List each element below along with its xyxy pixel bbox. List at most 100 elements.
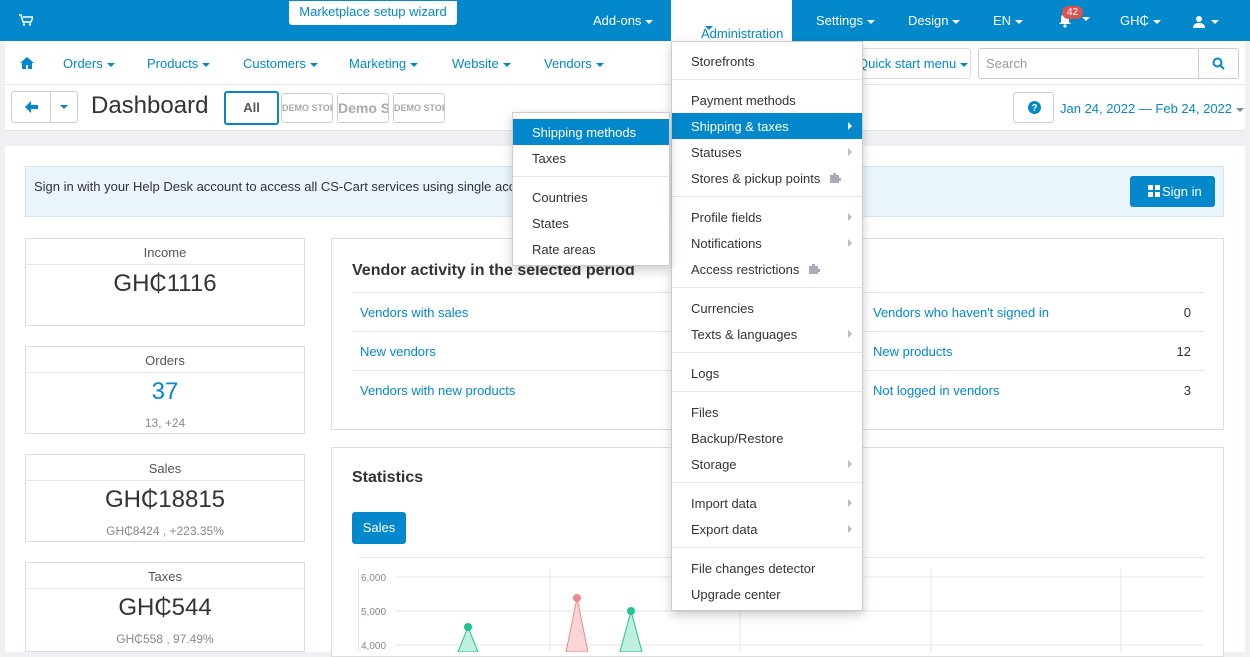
svg-text:?: ? bbox=[1031, 103, 1037, 114]
menu-item-export-data[interactable]: Export data bbox=[672, 516, 862, 542]
chevron-right-icon bbox=[848, 122, 852, 130]
chevron-down-icon bbox=[502, 62, 511, 67]
user-menu[interactable] bbox=[1193, 13, 1219, 29]
sales-value: GH₵18815 bbox=[104, 486, 226, 513]
administration-label: Administration bbox=[701, 26, 784, 41]
menu-item-label: Statuses bbox=[691, 145, 742, 160]
menu-item-label: Shipping & taxes bbox=[691, 119, 789, 134]
customers-label: Customers bbox=[243, 56, 306, 71]
chevron-down-icon bbox=[595, 62, 604, 67]
menu-item-storage[interactable]: Storage bbox=[672, 451, 862, 477]
menu-item-backup-restore[interactable]: Backup/Restore bbox=[672, 425, 862, 451]
vendor-activity-link[interactable]: Vendors with sales bbox=[360, 305, 468, 320]
sign-in-button[interactable]: Sign in bbox=[1130, 176, 1215, 207]
store-logo-1[interactable]: DEMO STORE bbox=[281, 93, 333, 123]
subnav-vendors[interactable]: Vendors bbox=[544, 56, 604, 71]
topnav-language[interactable]: EN bbox=[993, 13, 1024, 28]
sales-label: Sales bbox=[148, 461, 182, 476]
marketplace-wizard-button[interactable]: Marketplace setup wizard bbox=[289, 1, 457, 25]
menu-item-notifications[interactable]: Notifications bbox=[672, 230, 862, 256]
menu-item-statuses[interactable]: Statuses bbox=[672, 139, 862, 165]
menu-item-payment-methods[interactable]: Payment methods bbox=[672, 87, 862, 113]
search-icon bbox=[1212, 57, 1225, 70]
vendors-label: Vendors bbox=[544, 56, 592, 71]
menu-item-file-changes[interactable]: File changes detector bbox=[672, 555, 862, 581]
orders-value[interactable]: 37 bbox=[26, 378, 304, 406]
subnav-products[interactable]: Products bbox=[147, 56, 211, 71]
search-input[interactable]: Search bbox=[978, 48, 1199, 79]
menu-item-taxes[interactable]: Taxes bbox=[513, 145, 669, 171]
taxes-label: Taxes bbox=[148, 569, 182, 584]
date-range-picker[interactable]: Jan 24, 2022 — Feb 24, 2022 bbox=[1060, 101, 1245, 116]
menu-item-shipping-taxes[interactable]: Shipping & taxes bbox=[672, 113, 862, 139]
quick-start-menu[interactable]: Quick start menu bbox=[851, 48, 971, 79]
vendor-activity-link[interactable]: New products bbox=[873, 344, 952, 359]
design-label: Design bbox=[908, 13, 949, 28]
menu-item-access-restrictions[interactable]: Access restrictions bbox=[672, 256, 862, 282]
vendor-activity-link[interactable]: Not logged in vendors bbox=[873, 383, 999, 398]
menu-item-label: Notifications bbox=[691, 236, 762, 251]
divider bbox=[672, 196, 862, 197]
orders-label: Orders bbox=[63, 56, 103, 71]
menu-item-label: Taxes bbox=[532, 151, 566, 166]
menu-item-upgrade-center[interactable]: Upgrade center bbox=[672, 581, 862, 607]
chevron-down-icon bbox=[202, 62, 211, 67]
topnav-administration[interactable]: Administration bbox=[671, 0, 792, 41]
menu-item-label: Logs bbox=[691, 366, 720, 381]
store-logo-2[interactable]: Demo Store bbox=[337, 93, 389, 123]
menu-item-rate-areas[interactable]: Rate areas bbox=[513, 236, 669, 262]
divider bbox=[513, 176, 669, 177]
shipping-taxes-submenu: Shipping methods Taxes Countries States … bbox=[512, 112, 670, 266]
menu-item-shipping-methods[interactable]: Shipping methods bbox=[513, 119, 669, 145]
store-logo-3[interactable]: DEMO STORE bbox=[393, 93, 445, 123]
grid-icon bbox=[1148, 185, 1160, 197]
page-title: Dashboard bbox=[91, 92, 209, 119]
chevron-down-icon bbox=[645, 19, 654, 24]
question-icon: ? bbox=[1028, 101, 1041, 114]
menu-item-countries[interactable]: Countries bbox=[513, 184, 669, 210]
help-button[interactable]: ? bbox=[1013, 92, 1054, 123]
subnav-marketing[interactable]: Marketing bbox=[349, 56, 419, 71]
back-history-dropdown[interactable] bbox=[50, 91, 78, 123]
menu-item-label: Storefronts bbox=[691, 54, 755, 69]
orders-label: Orders bbox=[145, 353, 185, 368]
subnav-website[interactable]: Website bbox=[452, 56, 511, 71]
back-button[interactable] bbox=[11, 91, 51, 123]
topnav-currency[interactable]: GH₵ bbox=[1120, 13, 1161, 28]
topnav-addons[interactable]: Add-ons bbox=[593, 13, 654, 28]
tab-sales[interactable]: Sales bbox=[352, 512, 406, 544]
subnav-orders[interactable]: Orders bbox=[63, 56, 115, 71]
menu-item-storefronts[interactable]: Storefronts bbox=[672, 48, 862, 74]
vendor-activity-link[interactable]: Vendors who haven't signed in bbox=[873, 305, 1049, 320]
menu-item-currencies[interactable]: Currencies bbox=[672, 295, 862, 321]
topnav-design[interactable]: Design bbox=[908, 13, 961, 28]
menu-item-logs[interactable]: Logs bbox=[672, 360, 862, 386]
vendor-activity-count: 3 bbox=[1183, 383, 1191, 398]
menu-item-label: Currencies bbox=[691, 301, 754, 316]
vendor-activity-count: 12 bbox=[1176, 344, 1191, 359]
menu-item-import-data[interactable]: Import data bbox=[672, 490, 862, 516]
vendor-activity-link[interactable]: New vendors bbox=[360, 344, 436, 359]
chevron-right-icon bbox=[848, 499, 852, 507]
menu-item-stores-pickup[interactable]: Stores & pickup points bbox=[672, 165, 862, 191]
search-button[interactable] bbox=[1198, 48, 1239, 79]
menu-item-states[interactable]: States bbox=[513, 210, 669, 236]
topnav-settings[interactable]: Settings bbox=[816, 13, 875, 28]
vendor-activity-link[interactable]: Vendors with new products bbox=[360, 383, 515, 398]
chevron-right-icon bbox=[848, 460, 852, 468]
subnav-customers[interactable]: Customers bbox=[243, 56, 318, 71]
menu-item-label: Export data bbox=[691, 522, 758, 537]
all-stores-button[interactable]: All bbox=[224, 91, 279, 125]
menu-item-files[interactable]: Files bbox=[672, 399, 862, 425]
notification-badge: 42 bbox=[1062, 6, 1084, 19]
divider bbox=[672, 482, 862, 483]
menu-item-label: Stores & pickup points bbox=[691, 171, 821, 186]
taxes-card: Taxes GH₵544 GH₵558 , 97.49% bbox=[25, 562, 305, 652]
cart-icon[interactable] bbox=[19, 14, 33, 26]
divider bbox=[26, 372, 304, 373]
menu-item-texts-languages[interactable]: Texts & languages bbox=[672, 321, 862, 347]
home-icon[interactable] bbox=[20, 57, 34, 69]
menu-item-profile-fields[interactable]: Profile fields bbox=[672, 204, 862, 230]
divider bbox=[672, 79, 862, 80]
chevron-down-icon bbox=[1236, 107, 1245, 112]
